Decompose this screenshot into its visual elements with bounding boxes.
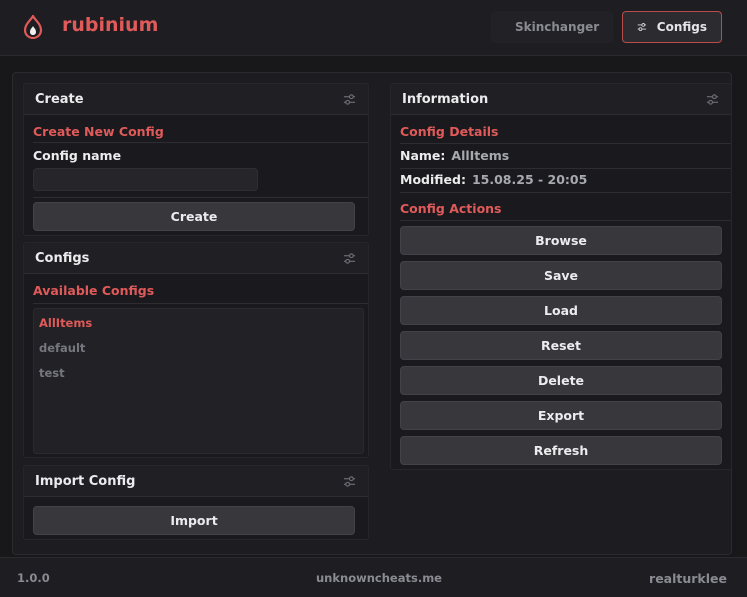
available-configs-label: Available Configs: [33, 283, 155, 298]
divider: [400, 192, 731, 193]
author-label: realturklee: [649, 571, 727, 586]
information-panel-header: Information: [391, 84, 731, 115]
sliders-icon[interactable]: [343, 252, 356, 265]
configs-panel-title: Configs: [35, 251, 90, 266]
load-button[interactable]: Load: [400, 296, 722, 325]
nav-skinchanger-label: Skinchanger: [515, 20, 600, 34]
config-name-input[interactable]: [33, 168, 258, 191]
app-title: rubinium: [62, 14, 159, 36]
import-panel-title: Import Config: [35, 474, 136, 489]
create-button[interactable]: Create: [33, 202, 355, 231]
save-button[interactable]: Save: [400, 261, 722, 290]
refresh-button[interactable]: Refresh: [400, 436, 722, 465]
sliders-icon[interactable]: [343, 93, 356, 106]
version-label: 1.0.0: [17, 571, 50, 585]
config-list-item[interactable]: AllItems: [39, 316, 92, 330]
sliders-icon: [637, 23, 647, 31]
config-list-item[interactable]: test: [39, 366, 65, 380]
site-label[interactable]: unknowncheats.me: [316, 571, 442, 585]
create-panel-header: Create: [24, 84, 368, 115]
browse-button[interactable]: Browse: [400, 226, 722, 255]
configs-panel: Configs Available Configs AllItems defau…: [23, 242, 369, 458]
information-panel-title: Information: [402, 92, 489, 107]
info-modified-value: 15.08.25 - 20:05: [471, 172, 588, 187]
info-name-value: AllItems: [451, 148, 510, 163]
configs-panel-header: Configs: [24, 243, 368, 274]
divider: [400, 220, 731, 221]
nav-configs-label: Configs: [656, 20, 707, 34]
delete-button[interactable]: Delete: [400, 366, 722, 395]
divider: [33, 142, 368, 143]
divider: [33, 197, 368, 198]
sliders-icon[interactable]: [706, 93, 719, 106]
config-list-item[interactable]: default: [39, 341, 85, 355]
config-name-label: Config name: [33, 148, 122, 163]
import-panel-header: Import Config: [24, 466, 368, 497]
reset-button[interactable]: Reset: [400, 331, 722, 360]
flame-icon: [23, 15, 43, 39]
sliders-icon[interactable]: [343, 475, 356, 488]
create-panel-title: Create: [35, 92, 84, 107]
nav-skinchanger-button[interactable]: Skinchanger: [491, 11, 613, 43]
main-panel: Create Create New Config Config name Cre…: [12, 72, 732, 555]
footer: 1.0.0 unknowncheats.me realturklee: [0, 557, 747, 597]
create-new-config-label: Create New Config: [33, 124, 164, 139]
info-modified-key: Modified:: [400, 172, 466, 187]
config-details-label: Config Details: [400, 124, 499, 139]
export-button[interactable]: Export: [400, 401, 722, 430]
divider: [33, 303, 368, 304]
info-name-key: Name:: [400, 148, 446, 163]
config-actions-label: Config Actions: [400, 201, 502, 216]
divider: [400, 168, 731, 169]
info-modified-row: Modified: 15.08.25 - 20:05: [400, 172, 587, 187]
import-panel: Import Config Import: [23, 465, 369, 540]
config-list[interactable]: AllItems default test: [33, 308, 364, 454]
divider: [400, 143, 731, 144]
import-button[interactable]: Import: [33, 506, 355, 535]
information-panel: Information Config Details Name: AllItems…: [390, 83, 732, 470]
nav-configs-button[interactable]: Configs: [622, 11, 722, 43]
header: rubinium Skinchanger Configs: [0, 0, 747, 56]
create-panel: Create Create New Config Config name Cre…: [23, 83, 369, 236]
info-name-row: Name: AllItems: [400, 148, 509, 163]
